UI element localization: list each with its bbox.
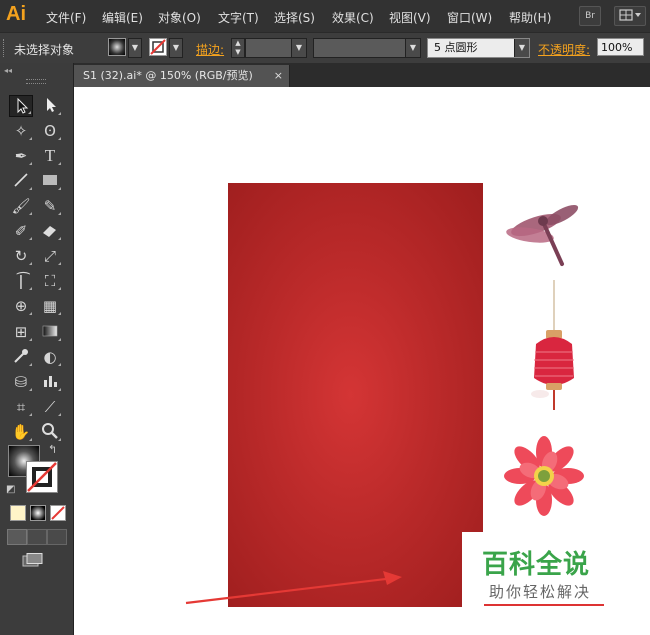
watermark-title: 百科全说 xyxy=(482,550,591,580)
slice-tool-icon[interactable]: ⟋ xyxy=(38,396,62,418)
perspective-grid-tool-icon[interactable]: ▦ xyxy=(38,295,62,317)
bridge-button[interactable]: Br xyxy=(579,6,601,26)
stroke-weight-dropdown[interactable]: ▼ xyxy=(245,38,307,58)
opacity-label[interactable]: 不透明度: xyxy=(538,41,590,58)
control-bar: 未选择对象 ▼ ▼ 描边: ▲ ▼ ▼ ▼ 5 点圆形 ▼ 不透明度: 100% xyxy=(0,32,650,64)
menu-edit[interactable]: 编辑(E) xyxy=(102,9,143,26)
no-color-icon xyxy=(27,462,57,492)
fill-dropdown-arrow[interactable]: ▼ xyxy=(128,38,142,58)
symbol-sprayer-tool-icon[interactable]: ⛁ xyxy=(9,371,33,393)
app-logo: Ai xyxy=(6,3,26,25)
scale-tool-icon[interactable]: ⤢ xyxy=(38,245,62,267)
menu-effect[interactable]: 效果(C) xyxy=(332,9,374,26)
draw-normal-button[interactable] xyxy=(7,529,27,545)
watermark-underline xyxy=(484,604,604,606)
rectangle-tool-icon[interactable] xyxy=(38,170,62,192)
rotate-tool-icon[interactable]: ↻ xyxy=(9,245,33,267)
type-tool-icon[interactable]: T xyxy=(38,145,62,167)
pen-tool-icon[interactable]: ✒ xyxy=(9,145,33,167)
screen-mode-icon xyxy=(22,553,43,567)
red-background-rectangle[interactable] xyxy=(228,183,483,607)
tools-panel: ◂◂ ✧ ʘ ✒ T 🖌 ✎ ✐ ↻ ⤢ ǀ͡ ⛶ ⊕ ▦ ⊞ ◐ ⛁ ⌗ ⟋ … xyxy=(0,63,74,635)
brush-definition-value: 5 点圆形 xyxy=(434,41,478,54)
no-stroke-icon xyxy=(150,39,166,55)
watermark-badge: 百科全说 助你轻松解决 xyxy=(462,532,627,607)
document-tab-title: S1 (32).ai* @ 150% (RGB/预览) xyxy=(83,69,253,82)
draw-inside-button[interactable] xyxy=(47,529,67,545)
menu-view[interactable]: 视图(V) xyxy=(389,9,431,26)
screen-mode-button[interactable] xyxy=(22,553,44,567)
stroke-swatch[interactable] xyxy=(149,38,167,56)
direct-selection-tool-icon[interactable] xyxy=(38,95,62,117)
line-segment-tool-icon[interactable] xyxy=(9,170,33,192)
draw-behind-button[interactable] xyxy=(27,529,47,545)
stroke-dropdown-arrow[interactable]: ▼ xyxy=(169,38,183,58)
document-tab-bar: S1 (32).ai* @ 150% (RGB/预览) × xyxy=(74,63,650,87)
watermark-subtitle: 助你轻松解决 xyxy=(489,583,592,601)
red-lantern-image[interactable] xyxy=(522,280,582,420)
chevron-down-icon: ▼ xyxy=(291,39,306,57)
blend-tool-icon[interactable]: ◐ xyxy=(38,346,62,368)
menu-window[interactable]: 窗口(W) xyxy=(447,9,492,26)
workspace-grid-icon xyxy=(619,9,641,21)
color-mode-button[interactable] xyxy=(10,505,26,521)
menu-bar: Ai 文件(F) 编辑(E) 对象(O) 文字(T) 选择(S) 效果(C) 视… xyxy=(0,0,650,32)
gradient-mode-button[interactable] xyxy=(30,505,46,521)
menu-type[interactable]: 文字(T) xyxy=(218,9,259,26)
hand-tool-icon[interactable]: ✋ xyxy=(9,421,33,443)
close-icon[interactable]: × xyxy=(274,65,283,87)
gradient-tool-icon[interactable] xyxy=(38,321,62,343)
lasso-tool-icon[interactable]: ʘ xyxy=(38,120,62,142)
mesh-tool-icon[interactable]: ⊞ xyxy=(9,321,33,343)
selection-tool-icon[interactable] xyxy=(9,95,33,117)
variable-width-profile-dropdown[interactable]: ▼ xyxy=(313,38,421,58)
fill-swatch[interactable] xyxy=(108,38,126,56)
shape-builder-tool-icon[interactable]: ⊕ xyxy=(9,295,33,317)
zoom-tool-icon[interactable] xyxy=(38,421,62,443)
collapse-panel-icon[interactable]: ◂◂ xyxy=(4,66,12,75)
warp-tool-icon[interactable]: ǀ͡ xyxy=(9,270,33,292)
column-graph-tool-icon[interactable] xyxy=(38,371,62,393)
panel-grip xyxy=(26,79,46,84)
document-tab[interactable]: S1 (32).ai* @ 150% (RGB/预览) × xyxy=(74,65,290,87)
artboard-tool-icon[interactable]: ⌗ xyxy=(9,396,33,418)
pencil-tool-icon[interactable]: ✎ xyxy=(38,195,62,217)
dragonfly-image[interactable] xyxy=(500,198,584,274)
none-mode-button[interactable] xyxy=(50,505,66,521)
blob-brush-tool-icon[interactable]: ✐ xyxy=(9,220,33,242)
chevron-down-icon: ▼ xyxy=(405,39,420,57)
eyedropper-tool-icon[interactable] xyxy=(9,346,33,368)
stroke-weight-stepper[interactable]: ▲ ▼ xyxy=(231,38,245,58)
opacity-input[interactable]: 100% xyxy=(597,38,644,56)
free-transform-tool-icon[interactable]: ⛶ xyxy=(38,270,62,292)
menu-object[interactable]: 对象(O) xyxy=(158,9,201,26)
chevron-down-icon: ▼ xyxy=(514,39,529,57)
swap-fill-stroke-icon[interactable]: ↰ xyxy=(48,443,57,456)
lotus-flower-image[interactable] xyxy=(498,432,590,524)
control-grip xyxy=(3,39,7,57)
brush-definition-dropdown[interactable]: 5 点圆形 ▼ xyxy=(427,38,530,58)
selection-status: 未选择对象 xyxy=(14,43,75,57)
eraser-tool-icon[interactable] xyxy=(38,220,62,242)
stroke-label[interactable]: 描边: xyxy=(196,41,224,58)
default-fill-stroke-icon[interactable]: ◩ xyxy=(6,484,15,495)
menu-select[interactable]: 选择(S) xyxy=(274,9,315,26)
workspace-switcher-button[interactable] xyxy=(614,6,646,26)
magic-wand-tool-icon[interactable]: ✧ xyxy=(9,120,33,142)
stroke-color-box[interactable] xyxy=(26,461,58,493)
menu-help[interactable]: 帮助(H) xyxy=(509,9,551,26)
paintbrush-tool-icon[interactable]: 🖌 xyxy=(9,195,33,217)
none-slash-icon xyxy=(51,506,65,520)
red-annotation-arrow xyxy=(185,571,402,605)
menu-file[interactable]: 文件(F) xyxy=(46,9,86,26)
